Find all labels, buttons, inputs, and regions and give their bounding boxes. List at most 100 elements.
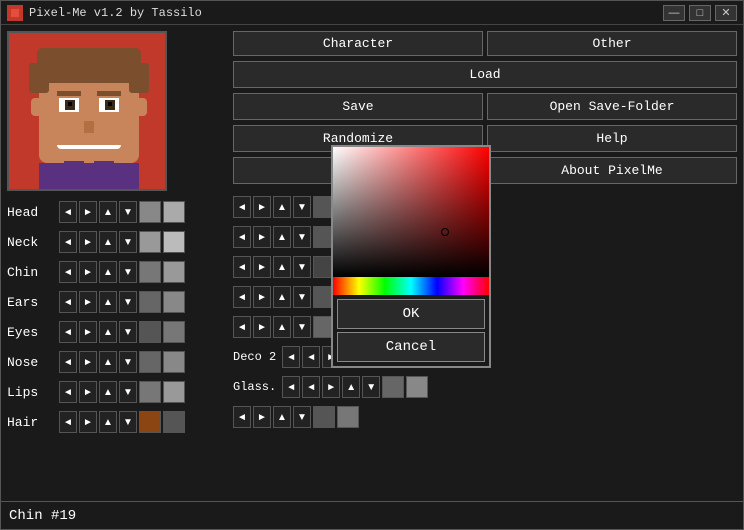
rhair-prev-btn[interactable]: ◄: [233, 406, 251, 428]
rears-next-btn[interactable]: ►: [253, 286, 271, 308]
ears-up-btn[interactable]: ▲: [99, 291, 117, 313]
lips-up-btn[interactable]: ▲: [99, 381, 117, 403]
hue-slider[interactable]: [333, 277, 489, 295]
rlips-color2[interactable]: [406, 376, 428, 398]
rchin-up-btn[interactable]: ▲: [273, 256, 291, 278]
ears-next-btn[interactable]: ►: [79, 291, 97, 313]
title-bar-left: Pixel-Me v1.2 by Tassilo: [7, 5, 202, 21]
hair-up-btn[interactable]: ▲: [99, 411, 117, 433]
rhair-down-btn[interactable]: ▼: [293, 406, 311, 428]
chin-up-btn[interactable]: ▲: [99, 261, 117, 283]
neck-color1[interactable]: [139, 231, 161, 253]
neck-up-btn[interactable]: ▲: [99, 231, 117, 253]
chin-color2[interactable]: [163, 261, 185, 283]
hair-next-btn[interactable]: ►: [79, 411, 97, 433]
deco2-prev-btn[interactable]: ◄: [282, 346, 300, 368]
app-icon: [7, 5, 23, 21]
rlips-color1[interactable]: [382, 376, 404, 398]
help-button[interactable]: Help: [487, 125, 737, 152]
rears-up-btn[interactable]: ▲: [273, 286, 291, 308]
eyes-color2[interactable]: [163, 321, 185, 343]
nose-prev-btn[interactable]: ◄: [59, 351, 77, 373]
other-tab[interactable]: Other: [487, 31, 737, 56]
rhead-next-btn[interactable]: ►: [253, 196, 271, 218]
neck-down-btn[interactable]: ▼: [119, 231, 137, 253]
chin-color1[interactable]: [139, 261, 161, 283]
minimize-button[interactable]: —: [663, 5, 685, 21]
eyes-color1[interactable]: [139, 321, 161, 343]
rchin-down-btn[interactable]: ▼: [293, 256, 311, 278]
head-down-btn[interactable]: ▼: [119, 201, 137, 223]
lips-next-btn[interactable]: ►: [79, 381, 97, 403]
neck-prev-btn[interactable]: ◄: [59, 231, 77, 253]
rears-down-btn[interactable]: ▼: [293, 286, 311, 308]
rlips-down-btn[interactable]: ▼: [362, 376, 380, 398]
chin-down-btn[interactable]: ▼: [119, 261, 137, 283]
rhead-prev-btn[interactable]: ◄: [233, 196, 251, 218]
rhead-down-btn[interactable]: ▼: [293, 196, 311, 218]
rneck-up-btn[interactable]: ▲: [273, 226, 291, 248]
lips-prev-btn[interactable]: ◄: [59, 381, 77, 403]
ears-color1[interactable]: [139, 291, 161, 313]
character-tab[interactable]: Character: [233, 31, 483, 56]
close-button[interactable]: ✕: [715, 5, 737, 21]
lips-color1[interactable]: [139, 381, 161, 403]
save-button[interactable]: Save: [233, 93, 483, 120]
eyes-next-btn[interactable]: ►: [79, 321, 97, 343]
nose-color2[interactable]: [163, 351, 185, 373]
head-next-btn[interactable]: ►: [79, 201, 97, 223]
rneck-next-btn[interactable]: ►: [253, 226, 271, 248]
reyes-down-btn[interactable]: ▼: [293, 316, 311, 338]
chin-prev-btn[interactable]: ◄: [59, 261, 77, 283]
rhair-color1[interactable]: [313, 406, 335, 428]
rlips-next-btn[interactable]: ►: [322, 376, 340, 398]
ears-down-btn[interactable]: ▼: [119, 291, 137, 313]
rhair-color2[interactable]: [337, 406, 359, 428]
rlips-prev-btn[interactable]: ◄: [302, 376, 320, 398]
ears-color2[interactable]: [163, 291, 185, 313]
chin-next-btn[interactable]: ►: [79, 261, 97, 283]
neck-color2[interactable]: [163, 231, 185, 253]
color-picker-cancel-button[interactable]: Cancel: [337, 332, 485, 362]
rhair-next-btn[interactable]: ►: [253, 406, 271, 428]
hair-down-btn[interactable]: ▼: [119, 411, 137, 433]
rchin-prev-btn[interactable]: ◄: [233, 256, 251, 278]
ears-prev-btn[interactable]: ◄: [59, 291, 77, 313]
color-picker-ok-button[interactable]: OK: [337, 299, 485, 329]
head-color1[interactable]: [139, 201, 161, 223]
eyes-prev-btn[interactable]: ◄: [59, 321, 77, 343]
rnose-prev-btn[interactable]: ◄: [302, 346, 320, 368]
rlips-up-btn[interactable]: ▲: [342, 376, 360, 398]
glass-prev-btn[interactable]: ◄: [282, 376, 300, 398]
color-gradient-area[interactable]: [333, 147, 489, 277]
hair-color1[interactable]: [139, 411, 161, 433]
hair-color2[interactable]: [163, 411, 185, 433]
head-up-btn[interactable]: ▲: [99, 201, 117, 223]
head-prev-btn[interactable]: ◄: [59, 201, 77, 223]
nose-up-btn[interactable]: ▲: [99, 351, 117, 373]
load-button[interactable]: Load: [233, 61, 737, 88]
reyes-prev-btn[interactable]: ◄: [233, 316, 251, 338]
maximize-button[interactable]: □: [689, 5, 711, 21]
rhead-up-btn[interactable]: ▲: [273, 196, 291, 218]
neck-next-btn[interactable]: ►: [79, 231, 97, 253]
lips-color2[interactable]: [163, 381, 185, 403]
reyes-up-btn[interactable]: ▲: [273, 316, 291, 338]
open-save-folder-button[interactable]: Open Save-Folder: [487, 93, 737, 120]
eyes-up-btn[interactable]: ▲: [99, 321, 117, 343]
head-color2[interactable]: [163, 201, 185, 223]
app-window: Pixel-Me v1.2 by Tassilo — □ ✕: [0, 0, 744, 530]
hair-prev-btn[interactable]: ◄: [59, 411, 77, 433]
lips-down-btn[interactable]: ▼: [119, 381, 137, 403]
about-button[interactable]: About PixelMe: [487, 157, 737, 184]
reyes-next-btn[interactable]: ►: [253, 316, 271, 338]
rneck-prev-btn[interactable]: ◄: [233, 226, 251, 248]
rears-prev-btn[interactable]: ◄: [233, 286, 251, 308]
rneck-down-btn[interactable]: ▼: [293, 226, 311, 248]
nose-down-btn[interactable]: ▼: [119, 351, 137, 373]
rchin-next-btn[interactable]: ►: [253, 256, 271, 278]
rhair-up-btn[interactable]: ▲: [273, 406, 291, 428]
eyes-down-btn[interactable]: ▼: [119, 321, 137, 343]
nose-color1[interactable]: [139, 351, 161, 373]
nose-next-btn[interactable]: ►: [79, 351, 97, 373]
